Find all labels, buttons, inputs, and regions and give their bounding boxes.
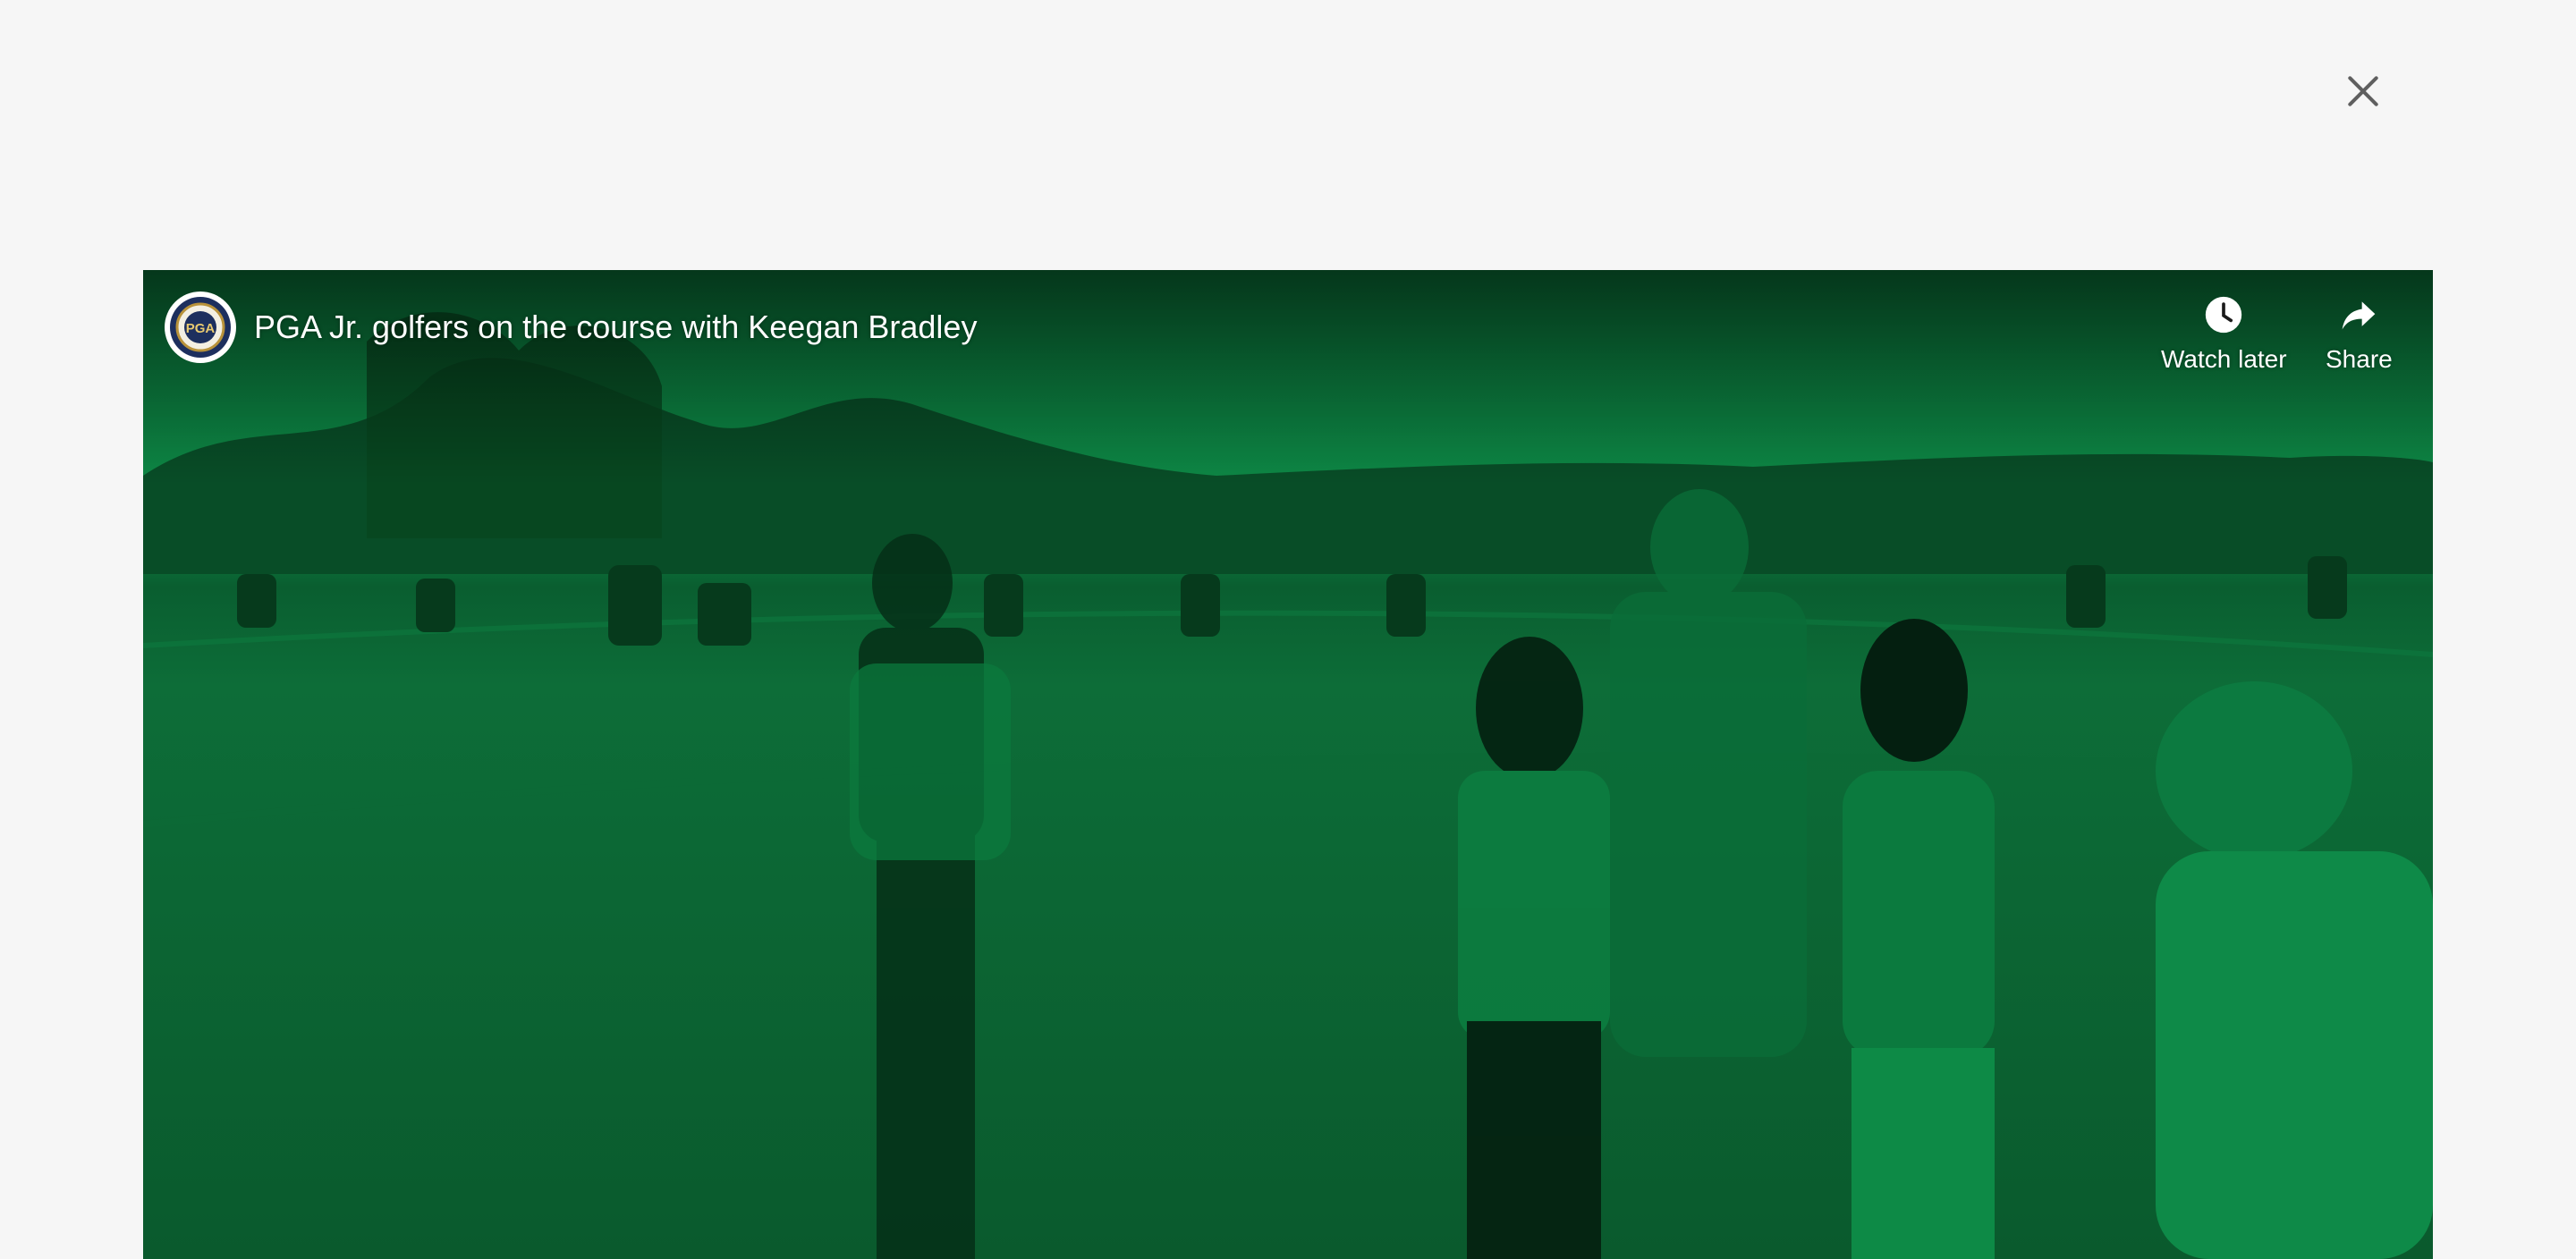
video-title[interactable]: PGA Jr. golfers on the course with Keega… — [254, 306, 977, 349]
watch-later-label: Watch later — [2161, 345, 2287, 373]
video-thumbnail — [143, 270, 2433, 1259]
video-modal: PGA PGA Jr. golfers on the course with K… — [0, 0, 2576, 1259]
share-button[interactable]: Share — [2326, 292, 2393, 376]
channel-avatar[interactable]: PGA — [165, 292, 236, 363]
clock-icon — [2206, 296, 2242, 334]
video-player[interactable]: PGA PGA Jr. golfers on the course with K… — [143, 270, 2433, 1259]
watch-later-button[interactable]: Watch later — [2161, 292, 2287, 376]
channel-logo-icon: PGA — [170, 297, 231, 358]
close-button[interactable] — [2333, 61, 2394, 122]
close-icon — [2348, 76, 2378, 106]
channel-logo-text: PGA — [186, 321, 216, 336]
share-arrow-icon — [2343, 301, 2376, 330]
share-label: Share — [2326, 345, 2393, 373]
